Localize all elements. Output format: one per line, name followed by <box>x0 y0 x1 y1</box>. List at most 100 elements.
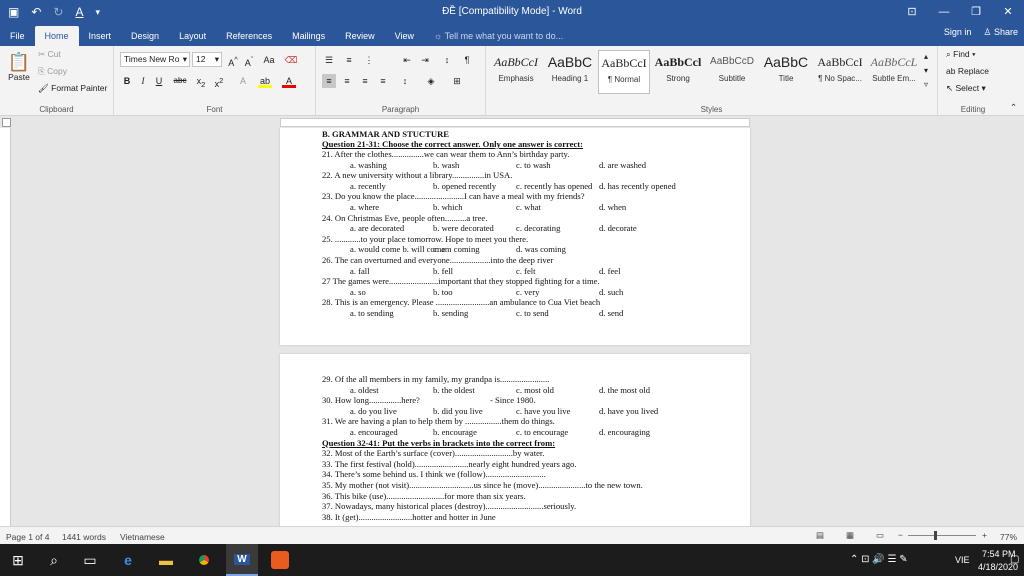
decrease-indent-icon[interactable]: ⇤ <box>400 53 414 67</box>
tab-design[interactable]: Design <box>121 26 169 46</box>
answer-option: b. opened recently <box>433 180 497 191</box>
close-button[interactable]: ✕ <box>992 0 1024 24</box>
page-count[interactable]: Page 1 of 4 <box>6 532 49 542</box>
bullets-icon[interactable]: ☰ <box>322 53 336 67</box>
share-button[interactable]: ♙ Share <box>983 27 1018 38</box>
ribbon-display-options-icon[interactable]: ⊡ <box>896 0 928 24</box>
text-effects-icon[interactable]: A <box>236 74 250 88</box>
sort-icon[interactable]: ↕ <box>440 53 454 67</box>
select-button[interactable]: ↖ Select ▾ <box>946 83 986 94</box>
style-subtle-emphasis[interactable]: AaBbCcL Subtle Em... <box>868 50 920 94</box>
zoom-out-icon[interactable]: − <box>898 530 903 540</box>
horizontal-ruler[interactable] <box>0 117 1024 128</box>
style-subtitle[interactable]: AaBbCcD Subtitle <box>706 50 758 94</box>
numbering-icon[interactable]: ≡ <box>342 53 356 67</box>
tab-file[interactable]: File <box>0 26 35 46</box>
increase-indent-icon[interactable]: ⇥ <box>418 53 432 67</box>
tab-mailings[interactable]: Mailings <box>282 26 335 46</box>
tab-references[interactable]: References <box>216 26 282 46</box>
tab-insert[interactable]: Insert <box>79 26 122 46</box>
replace-button[interactable]: ab Replace <box>946 66 989 76</box>
print-layout-icon[interactable]: ▦ <box>846 530 854 541</box>
tab-view[interactable]: View <box>385 26 424 46</box>
vertical-ruler[interactable] <box>0 128 11 526</box>
bold-icon[interactable]: B <box>120 74 134 88</box>
answer-option: d. was coming <box>516 244 566 255</box>
font-color-icon[interactable]: A <box>282 74 296 88</box>
zoom-level[interactable]: 77% <box>1000 532 1017 542</box>
ruler-tab-selector[interactable] <box>2 118 11 127</box>
line-spacing-icon[interactable]: ↕ <box>398 74 412 88</box>
multilevel-list-icon[interactable]: ⋮ <box>362 53 376 67</box>
windows-start-icon[interactable]: ⊞ <box>2 544 34 576</box>
style-normal[interactable]: AaBbCcI ¶ Normal <box>598 50 650 94</box>
document-page-1[interactable]: B. GRAMMAR AND STUCTURE Question 21-31: … <box>280 128 750 345</box>
justify-icon[interactable]: ≡ <box>376 74 390 88</box>
zoom-slider[interactable] <box>908 535 976 536</box>
align-center-icon[interactable]: ≡ <box>340 74 354 88</box>
search-icon[interactable]: ⌕ <box>38 544 70 576</box>
answer-option: c. to encourage <box>516 427 569 437</box>
align-right-icon[interactable]: ≡ <box>358 74 372 88</box>
file-explorer-icon[interactable]: ▬ <box>150 544 182 576</box>
read-mode-icon[interactable]: ▤ <box>816 530 824 541</box>
italic-icon[interactable]: I <box>136 74 150 88</box>
word-icon[interactable]: W <box>226 544 258 576</box>
copy-button[interactable]: ⎘ Copy <box>38 66 67 77</box>
subscript-icon[interactable]: x2 <box>194 74 208 89</box>
restore-button[interactable]: ❐ <box>960 0 992 24</box>
document-area[interactable]: B. GRAMMAR AND STUCTURE Question 21-31: … <box>11 128 1024 526</box>
shading-icon[interactable]: ◈ <box>424 74 438 88</box>
system-tray-icons[interactable]: ⌃ ⊡ 🔊 ☰ ✎ <box>850 554 908 565</box>
tell-me-box[interactable]: ☼ Tell me what you want to do... <box>424 26 573 46</box>
show-marks-icon[interactable]: ¶ <box>460 53 474 67</box>
shrink-font-icon[interactable]: Aˇ <box>242 53 256 68</box>
clear-formatting-icon[interactable]: ⌫ <box>284 53 298 67</box>
answer-option: c. most old <box>516 384 554 395</box>
font-size-box[interactable]: 12 ▾ <box>192 52 222 67</box>
edge-icon[interactable]: e <box>112 544 144 576</box>
font-name-box[interactable]: Times New Ro ▾ <box>120 52 190 67</box>
tab-review[interactable]: Review <box>335 26 385 46</box>
change-case-icon[interactable]: Aa <box>262 53 276 67</box>
style-strong[interactable]: AaBbCcl Strong <box>652 50 704 94</box>
styles-scroll-icon[interactable]: ▴ ▾ ▿ <box>924 50 928 92</box>
notification-icon[interactable]: ▢ <box>1010 554 1019 565</box>
task-view-icon[interactable]: ▭ <box>74 544 106 576</box>
web-layout-icon[interactable]: ▭ <box>876 530 884 541</box>
tab-layout[interactable]: Layout <box>169 26 216 46</box>
answer-option: b. which <box>433 202 463 212</box>
format-painter-button[interactable]: 🖌 Format Painter <box>38 83 107 94</box>
style-title[interactable]: AaBbC Title <box>760 50 812 94</box>
windows-taskbar: ⊞ ⌕ ▭ e ▬ W ⌃ ⊡ 🔊 ☰ ✎ VIE 7:54 PM 4/18/2… <box>0 544 1024 576</box>
style-no-spacing[interactable]: AaBbCcI ¶ No Spac... <box>814 50 866 94</box>
answer-option: d. the most old <box>599 384 651 395</box>
superscript-icon[interactable]: x2 <box>212 74 226 89</box>
collapse-ribbon-icon[interactable]: ⌃ <box>1010 102 1017 113</box>
zoom-slider-thumb[interactable] <box>934 531 937 540</box>
borders-icon[interactable]: ⊞ <box>450 74 464 88</box>
document-page-2[interactable]: 29. Of the all members in my family, my … <box>280 354 750 526</box>
minimize-button[interactable]: — <box>928 0 960 24</box>
style-emphasis[interactable]: AaBbCcI Emphasis <box>490 50 542 94</box>
strikethrough-icon[interactable]: abc <box>170 74 190 88</box>
zoom-in-icon[interactable]: + <box>982 530 987 540</box>
grow-font-icon[interactable]: A^ <box>226 53 240 68</box>
answer-option: a. would come b. will come <box>350 244 446 255</box>
question-line: 27 The games were.......................… <box>322 276 600 287</box>
language-indicator[interactable]: Vietnamese <box>120 532 165 542</box>
input-language[interactable]: VIE <box>955 555 970 565</box>
find-button[interactable]: ⌕ Find ▾ <box>946 49 976 60</box>
app-icon[interactable] <box>264 544 296 576</box>
align-left-icon[interactable]: ≡ <box>322 74 336 88</box>
cut-button[interactable]: ✂ Cut <box>38 49 61 60</box>
sign-in-link[interactable]: Sign in <box>944 27 972 38</box>
style-heading-1[interactable]: AaBbC Heading 1 <box>544 50 596 94</box>
paste-button[interactable]: 📋 Paste <box>6 52 32 82</box>
chrome-icon[interactable] <box>188 544 220 576</box>
tab-home[interactable]: Home <box>34 26 79 46</box>
underline-icon[interactable]: U <box>152 74 166 88</box>
answer-option: c. have you live <box>516 405 571 416</box>
word-count[interactable]: 1441 words <box>62 532 106 542</box>
highlight-icon[interactable]: ab <box>258 74 272 88</box>
